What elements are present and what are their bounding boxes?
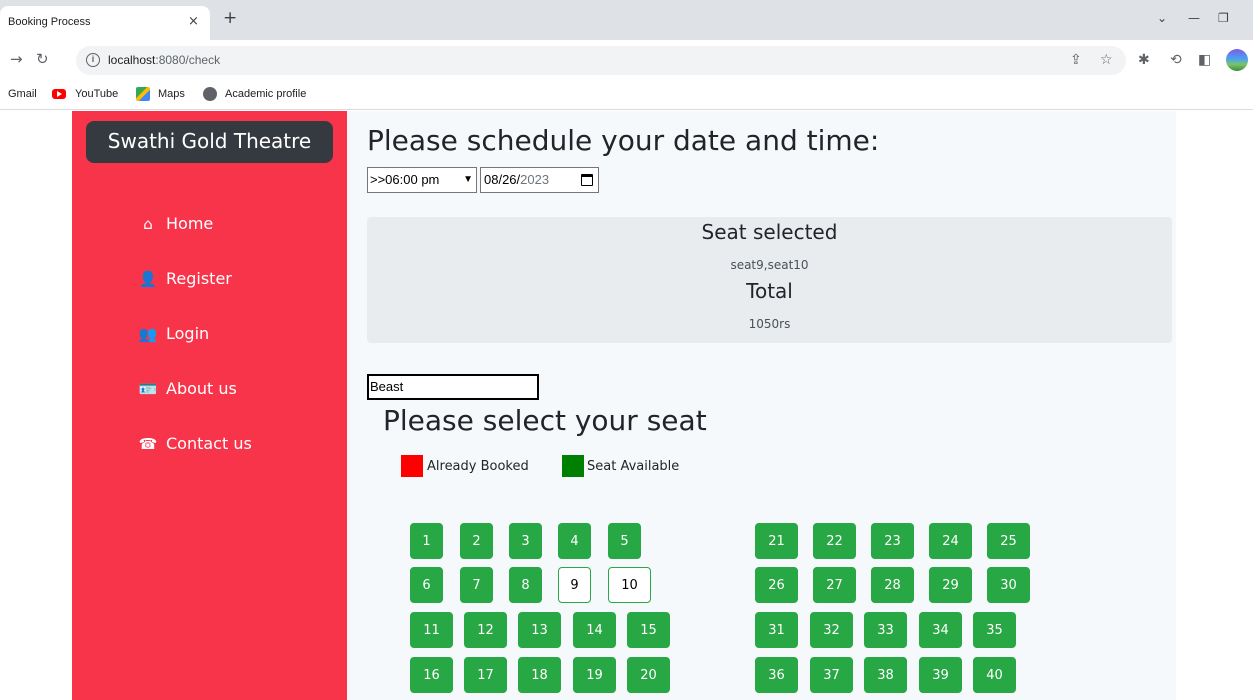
bookmark-youtube[interactable]: YouTube (75, 88, 118, 100)
sidebar (72, 111, 347, 700)
seat-39[interactable]: 39 (919, 657, 962, 693)
seat-2[interactable]: 2 (460, 523, 493, 559)
sidebar-item-register[interactable]: 👤 Register (138, 267, 232, 291)
booked-legend-swatch (401, 455, 423, 477)
forward-icon[interactable]: → (10, 51, 23, 67)
seat-16[interactable]: 16 (410, 657, 453, 693)
site-info-icon[interactable]: i (86, 53, 100, 67)
user-plus-icon: 👤 (138, 270, 158, 288)
sidebar-item-login[interactable]: 👥 Login (138, 322, 210, 346)
seat-37[interactable]: 37 (810, 657, 853, 693)
extensions-icon[interactable]: ✱ (1138, 52, 1150, 68)
booking-summary: Seat selected seat9,seat10 Total 1050rs (367, 217, 1172, 343)
sidebar-item-label: Register (166, 269, 232, 288)
sidebar-item-about-us[interactable]: 🪪 About us (138, 377, 237, 401)
seat-32[interactable]: 32 (810, 612, 853, 648)
id-card-icon: 🪪 (138, 380, 158, 398)
seat-17[interactable]: 17 (464, 657, 507, 693)
seat-selection-title: Please select your seat (383, 404, 707, 437)
url-text[interactable]: localhost:8080/check (108, 53, 220, 67)
seat-33[interactable]: 33 (864, 612, 907, 648)
bookmarks-bar (0, 82, 1253, 110)
seat-34[interactable]: 34 (919, 612, 962, 648)
seat-29[interactable]: 29 (929, 567, 972, 603)
movie-input[interactable]: Beast (367, 374, 539, 400)
seat-3[interactable]: 3 (509, 523, 542, 559)
seat-1[interactable]: 1 (410, 523, 443, 559)
seat-19[interactable]: 19 (573, 657, 616, 693)
browser-tab[interactable]: Booking Process × (0, 6, 210, 40)
sidebar-item-label: Login (166, 324, 210, 343)
sidebar-item-label: About us (166, 379, 237, 398)
seat-23[interactable]: 23 (871, 523, 914, 559)
seat-9[interactable]: 9 (558, 567, 591, 603)
seat-12[interactable]: 12 (464, 612, 507, 648)
seat-21[interactable]: 21 (755, 523, 798, 559)
reload-icon[interactable]: ↻ (36, 51, 49, 67)
restore-button[interactable]: ❐ (1218, 11, 1229, 25)
selected-seats-value: seat9,seat10 (730, 258, 809, 272)
bookmark-maps[interactable]: Maps (158, 88, 185, 100)
seat-30[interactable]: 30 (987, 567, 1030, 603)
sidebar-item-home[interactable]: ⌂ Home (138, 212, 213, 236)
calendar-icon[interactable] (581, 174, 593, 186)
history-icon[interactable]: ⟲ (1170, 52, 1182, 68)
available-legend-label: Seat Available (587, 459, 680, 474)
chevron-down-icon: ▼ (463, 174, 473, 185)
bookmark-star-icon[interactable]: ☆ (1100, 52, 1113, 68)
date-input[interactable]: 08/26/2023 (480, 167, 599, 193)
youtube-icon (52, 89, 66, 99)
seat-20[interactable]: 20 (627, 657, 670, 693)
seat-4[interactable]: 4 (558, 523, 591, 559)
booked-legend-label: Already Booked (427, 459, 529, 474)
seat-8[interactable]: 8 (509, 567, 542, 603)
bookmark-gmail[interactable]: Gmail (8, 88, 37, 100)
seat-14[interactable]: 14 (573, 612, 616, 648)
address-bar[interactable] (76, 46, 1126, 75)
home-icon: ⌂ (143, 215, 153, 233)
seat-25[interactable]: 25 (987, 523, 1030, 559)
seat-35[interactable]: 35 (973, 612, 1016, 648)
sidebar-item-label: Home (166, 214, 214, 233)
available-legend-swatch (562, 455, 584, 477)
total-heading: Total (746, 279, 793, 303)
seat-7[interactable]: 7 (460, 567, 493, 603)
globe-icon (203, 87, 217, 101)
seat-26[interactable]: 26 (755, 567, 798, 603)
users-icon: 👥 (138, 325, 158, 343)
tab-search-icon[interactable]: ⌄ (1157, 11, 1167, 25)
total-value: 1050rs (748, 317, 791, 331)
maps-icon (136, 87, 150, 101)
seat-selected-heading: Seat selected (701, 220, 838, 244)
seat-31[interactable]: 31 (755, 612, 798, 648)
seat-28[interactable]: 28 (871, 567, 914, 603)
phone-icon: ☎ (138, 435, 158, 453)
seat-11[interactable]: 11 (410, 612, 453, 648)
tab-close-icon[interactable]: × (188, 14, 199, 29)
seat-13[interactable]: 13 (518, 612, 561, 648)
sidebar-item-label: Contact us (166, 434, 252, 453)
bookmark-academic-profile[interactable]: Academic profile (225, 88, 306, 100)
seat-22[interactable]: 22 (813, 523, 856, 559)
share-icon[interactable]: ⇪ (1070, 52, 1082, 68)
seat-15[interactable]: 15 (627, 612, 670, 648)
minimize-button[interactable]: — (1188, 11, 1200, 25)
brand-logo[interactable]: Swathi Gold Theatre (86, 121, 333, 163)
seat-27[interactable]: 27 (813, 567, 856, 603)
side-panel-icon[interactable]: ◧ (1198, 52, 1211, 68)
new-tab-button[interactable]: + (223, 10, 237, 27)
seat-6[interactable]: 6 (410, 567, 443, 603)
schedule-title: Please schedule your date and time: (367, 124, 880, 157)
seat-5[interactable]: 5 (608, 523, 641, 559)
seat-10[interactable]: 10 (608, 567, 651, 603)
seat-40[interactable]: 40 (973, 657, 1016, 693)
seat-24[interactable]: 24 (929, 523, 972, 559)
seat-38[interactable]: 38 (864, 657, 907, 693)
seat-36[interactable]: 36 (755, 657, 798, 693)
profile-avatar[interactable] (1226, 49, 1248, 71)
seat-18[interactable]: 18 (518, 657, 561, 693)
sidebar-item-contact-us[interactable]: ☎ Contact us (138, 432, 252, 456)
tab-title: Booking Process (8, 16, 91, 28)
time-select[interactable]: >>06:00 pm ▼ (367, 167, 477, 193)
